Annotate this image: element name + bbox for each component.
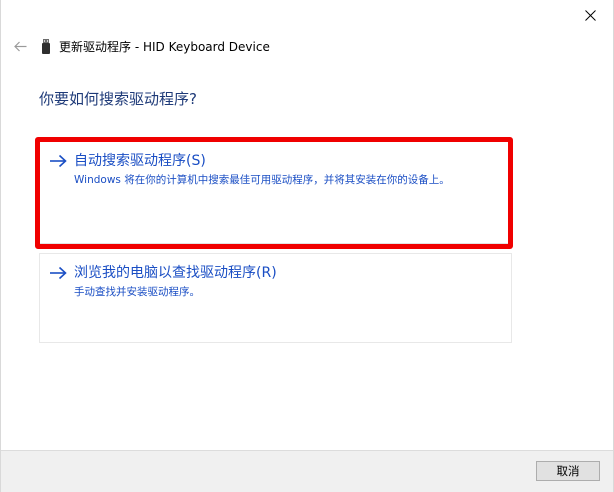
right-arrow-icon — [48, 151, 68, 171]
option-description: 手动查找并安装驱动程序。 — [74, 286, 200, 298]
right-arrow-icon — [48, 263, 68, 283]
close-icon — [584, 9, 596, 21]
browse-computer-option[interactable]: 浏览我的电脑以查找驱动程序(R) 手动查找并安装驱动程序。 — [39, 253, 512, 343]
option-title: 自动搜索驱动程序(S) — [74, 153, 206, 169]
back-arrow-icon — [13, 41, 26, 51]
close-button[interactable] — [567, 0, 613, 30]
update-driver-dialog: 更新驱动程序 - HID Keyboard Device 你要如何搜索驱动程序?… — [0, 0, 614, 492]
dialog-header: 更新驱动程序 - HID Keyboard Device — [11, 36, 270, 56]
option-description: Windows 将在你的计算机中搜索最佳可用驱动程序，并将其安装在你的设备上。 — [74, 174, 450, 186]
search-automatically-option[interactable]: 自动搜索驱动程序(S) Windows 将在你的计算机中搜索最佳可用驱动程序，并… — [39, 141, 512, 244]
back-button[interactable] — [11, 37, 29, 55]
dialog-footer: 取消 — [1, 450, 613, 492]
cancel-button[interactable]: 取消 — [536, 461, 600, 481]
option-title: 浏览我的电脑以查找驱动程序(R) — [74, 265, 277, 281]
page-heading: 你要如何搜索驱动程序? — [39, 90, 197, 108]
dialog-title: 更新驱动程序 - HID Keyboard Device — [59, 39, 270, 54]
usb-device-icon — [41, 38, 51, 54]
